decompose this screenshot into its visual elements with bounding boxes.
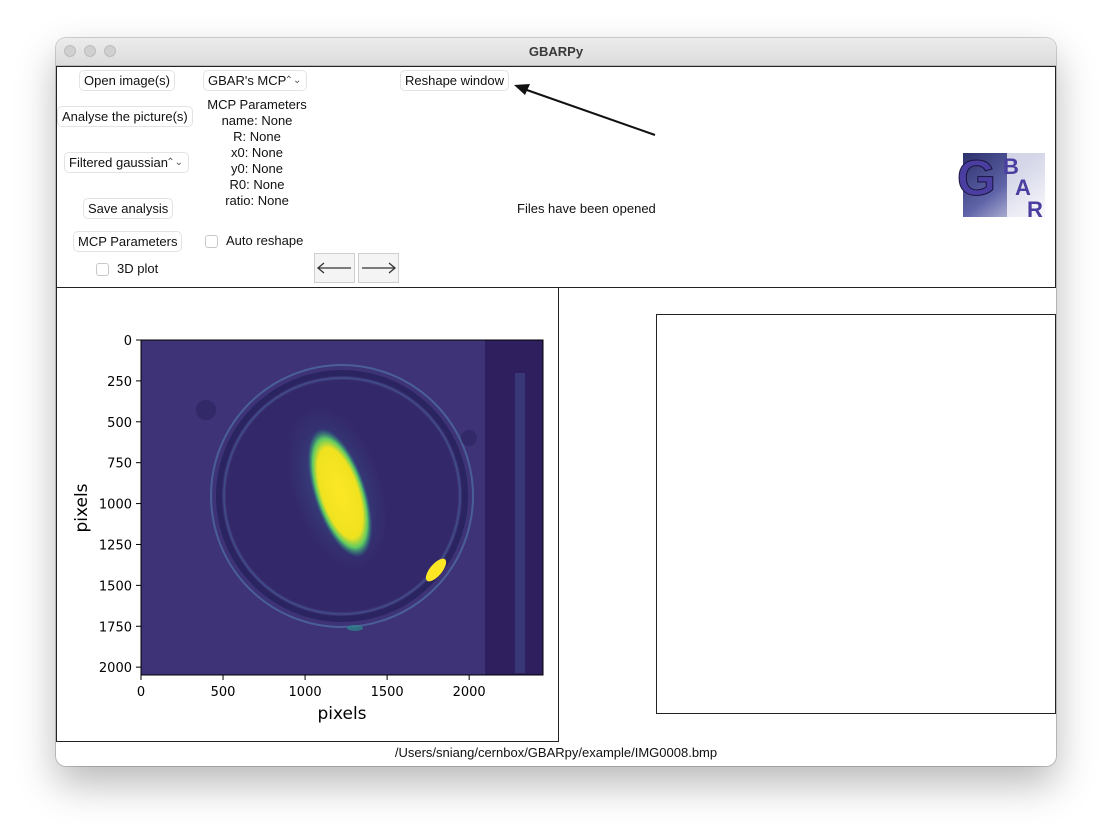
previous-image-button[interactable] [314,253,355,283]
logo-letter-r: R [1027,197,1043,219]
save-analysis-button[interactable]: Save analysis [84,199,173,218]
mcp-params-heading: MCP Parameters [207,97,307,112]
x-tick-label: 1500 [371,685,404,700]
mcp-param-name: name: None [221,113,293,128]
chevron-up-down-icon: ⌃⌄ [166,157,183,168]
x-tick-label: 1000 [289,685,322,700]
y-tick-label: 250 [107,375,132,390]
chevron-up-down-icon: ⌃⌄ [284,75,302,86]
x-tick-label: 0 [137,685,145,700]
fit-method-value: Filtered gaussian [69,155,168,170]
app-window: GBARPy Open image(s) GBAR's MCP ⌃⌄ Resha… [56,38,1056,766]
y-axis-ticks: 0 250 500 750 1000 1250 1500 1750 2000 [99,334,141,676]
reshape-window-button[interactable]: Reshape window [401,71,509,90]
y-tick-label: 1500 [99,579,132,594]
open-images-button[interactable]: Open image(s) [80,71,174,90]
plot-3d-label: 3D plot [117,261,159,276]
plot-3d-checkbox[interactable] [96,263,109,276]
y-tick-label: 750 [107,457,132,472]
window-title: GBARPy [528,44,584,59]
gbar-logo: G B A R [955,147,1051,222]
title-bar: GBARPy [56,38,1056,66]
mcp-select-value: GBAR's MCP [208,73,287,88]
mcp-param-ratio: ratio: None [225,193,289,208]
image-plot: 0 500 1000 1500 2000 0 250 500 750 1000 1250 1500 1… [72,334,544,724]
mcp-param-r: R: None [233,129,281,144]
mcp-parameters-display: MCP Parameters name: None R: None x0: No… [197,97,317,209]
x-axis-label: pixels [317,704,366,724]
x-tick-label: 500 [211,685,236,700]
control-panel: Open image(s) GBAR's MCP ⌃⌄ Reshape wind… [56,66,1056,288]
status-message: Files have been opened [517,201,656,216]
arrow-left-icon [316,262,351,274]
mcp-image [141,340,543,675]
auto-reshape-label: Auto reshape [226,233,304,248]
y-tick-label: 1750 [99,620,132,635]
mcp-parameters-button[interactable]: MCP Parameters [74,232,182,251]
next-image-button[interactable] [358,253,399,283]
y-tick-label: 1000 [99,498,132,513]
mcp-select[interactable]: GBAR's MCP ⌃⌄ [204,71,307,90]
file-path-status: /Users/sniang/cernbox/GBARpy/example/IMG… [394,745,718,760]
y-tick-label: 1250 [99,538,132,553]
y-tick-label: 2000 [99,661,132,676]
analyse-picture-button[interactable]: Analyse the picture(s) [58,107,192,126]
y-tick-label: 500 [107,416,132,431]
auto-reshape-checkbox[interactable] [205,235,218,248]
annotation-arrow-icon [514,84,656,136]
logo-letter-g: G [957,150,996,206]
arrow-right-icon [362,262,397,274]
y-tick-label: 0 [124,334,132,349]
y-axis-label: pixels [72,483,92,532]
image-plot-panel: 0 500 1000 1500 2000 0 250 500 750 1000 1250 1500 1… [56,287,559,742]
fit-method-select[interactable]: Filtered gaussian ⌃⌄ [65,153,188,172]
mcp-param-r0: R0: None [229,177,285,192]
x-axis-ticks: 0 500 1000 1500 2000 [137,675,486,700]
mcp-param-y0: y0: None [230,161,284,176]
x-tick-label: 2000 [453,685,486,700]
analysis-plot-panel [656,314,1056,714]
mcp-param-x0: x0: None [230,145,284,160]
